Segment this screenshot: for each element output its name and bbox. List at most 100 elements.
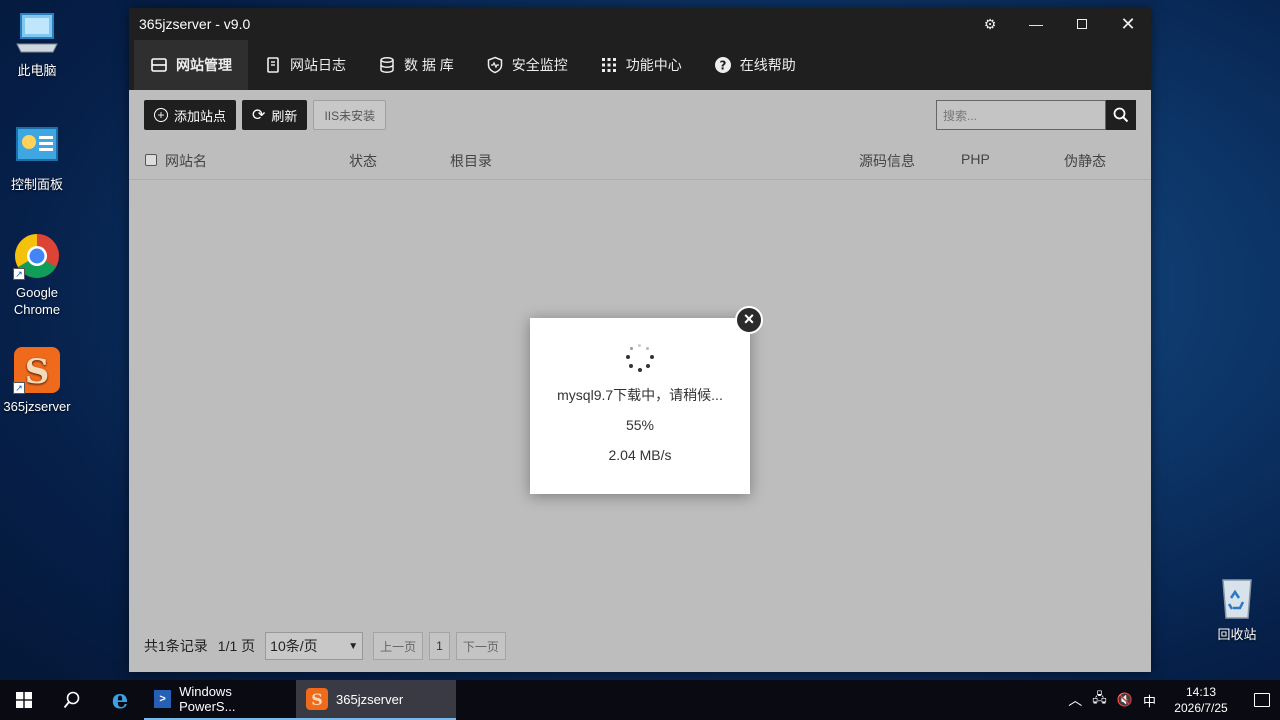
shortcut-arrow-icon: ↗ bbox=[13, 268, 25, 280]
search-box: 搜索... bbox=[936, 100, 1136, 130]
tab-label: 功能中心 bbox=[625, 57, 682, 73]
add-site-button[interactable]: + 添加站点 bbox=[144, 100, 237, 130]
plus-circle-icon: + bbox=[154, 108, 168, 122]
desktop-icon-label: Google Chrome bbox=[13, 285, 61, 317]
notifications-icon[interactable] bbox=[1254, 693, 1270, 707]
taskbar-app-powershell[interactable]: > Windows PowerS... bbox=[144, 680, 296, 720]
tab-label: 网站管理 bbox=[176, 57, 232, 73]
prev-page-button[interactable]: 上一页 bbox=[373, 632, 424, 660]
ie-taskbar-button[interactable]: e bbox=[96, 680, 144, 720]
pagination: 共1条记录 1/1 页 10条/页 ▼ 上一页 1 下一页 bbox=[144, 632, 506, 660]
desktop-icon-chrome[interactable]: ↗ Google Chrome bbox=[0, 232, 74, 318]
search-icon bbox=[1113, 107, 1129, 123]
refresh-button[interactable]: ⟳ 刷新 bbox=[242, 100, 308, 130]
tab-label: 数 据 库 bbox=[404, 57, 454, 73]
download-speed: 2.04 MB/s bbox=[608, 447, 672, 463]
start-button[interactable] bbox=[0, 680, 48, 720]
tab-label: 在线帮助 bbox=[739, 57, 796, 73]
download-progress-text: 55% bbox=[625, 417, 655, 433]
powershell-icon: > bbox=[154, 690, 172, 708]
refresh-label: 刷新 bbox=[271, 108, 298, 124]
search-button[interactable] bbox=[48, 680, 96, 720]
gear-icon: ⚙ bbox=[983, 15, 997, 32]
close-button[interactable]: ✕ bbox=[1105, 8, 1151, 40]
desktop-icon-control-panel[interactable]: 控制面板 bbox=[0, 124, 74, 193]
column-header-name[interactable]: 网站名 bbox=[165, 151, 207, 171]
refresh-icon: ⟳ bbox=[252, 107, 266, 124]
add-site-label: 添加站点 bbox=[174, 108, 227, 124]
search-icon bbox=[63, 691, 80, 709]
clock[interactable]: 14:13 2026/7/25 bbox=[1166, 684, 1236, 716]
windows-logo-icon bbox=[16, 692, 32, 708]
internet-explorer-icon: e bbox=[111, 685, 129, 715]
tab-database[interactable]: 数 据 库 bbox=[362, 40, 470, 90]
taskbar-app-label: Windows PowerS... bbox=[179, 684, 236, 714]
clock-time: 14:13 bbox=[1185, 685, 1217, 699]
tab-label: 安全监控 bbox=[511, 57, 568, 73]
tab-site-logs[interactable]: 网站日志 bbox=[248, 40, 362, 90]
computer-icon bbox=[13, 10, 61, 58]
ime-indicator[interactable]: 中 bbox=[1143, 691, 1156, 710]
desktop-icon-this-pc[interactable]: 此电脑 bbox=[0, 10, 74, 79]
download-progress-dialog: mysql9.7下载中，请稍候... 55% 2.04 MB/s bbox=[530, 318, 750, 494]
tab-security-monitor[interactable]: 安全监控 bbox=[470, 40, 584, 90]
next-page-button[interactable]: 下一页 bbox=[455, 632, 506, 660]
recycle-bin-icon bbox=[1213, 574, 1261, 622]
column-header-source[interactable]: 源码信息 bbox=[859, 151, 915, 171]
column-header-php[interactable]: PHP bbox=[961, 151, 990, 167]
clock-date: 2026/7/25 bbox=[1174, 701, 1228, 715]
taskbar: e > Windows PowerS... S 365jzserver ︿ 🖧 … bbox=[0, 680, 1280, 720]
chevron-down-icon: ▼ bbox=[348, 640, 359, 652]
taskbar-app-365jzserver[interactable]: S 365jzserver bbox=[296, 680, 456, 720]
loading-spinner-icon bbox=[626, 344, 654, 372]
table-header: 网站名 状态 根目录 源码信息 PHP 伪静态 bbox=[129, 140, 1151, 180]
minimize-icon: — bbox=[1029, 16, 1043, 32]
download-message: mysql9.7下载中，请稍候... bbox=[557, 387, 723, 403]
close-icon: ✕ bbox=[1120, 13, 1136, 34]
search-input[interactable]: 搜索... bbox=[936, 100, 1106, 130]
iis-status-button[interactable]: IIS未安装 bbox=[313, 100, 387, 130]
maximize-button[interactable] bbox=[1059, 8, 1105, 40]
shortcut-arrow-icon: ↗ bbox=[13, 382, 25, 394]
system-tray: ︿ 🖧 🔇 中 14:13 2026/7/25 bbox=[1068, 684, 1280, 716]
chrome-icon: ↗ bbox=[13, 232, 61, 280]
svg-text:?: ? bbox=[719, 59, 726, 73]
desktop-icon-label: 365jzserver bbox=[3, 399, 71, 414]
help-icon: ? bbox=[714, 57, 731, 73]
365jzserver-app-icon: S ↗ bbox=[13, 346, 61, 394]
desktop-icon-label: 此电脑 bbox=[17, 63, 57, 78]
svg-text:S: S bbox=[25, 352, 50, 392]
tab-online-help[interactable]: ? 在线帮助 bbox=[698, 40, 812, 90]
window-title: 365jzserver - v9.0 bbox=[139, 16, 251, 32]
tab-site-management[interactable]: 网站管理 bbox=[134, 40, 248, 90]
volume-muted-icon[interactable]: 🔇 bbox=[1117, 692, 1133, 708]
tab-function-center[interactable]: 功能中心 bbox=[584, 40, 698, 90]
page-number-button[interactable]: 1 bbox=[429, 632, 450, 660]
search-button[interactable] bbox=[1106, 100, 1136, 130]
maximize-icon bbox=[1077, 19, 1087, 29]
layout-icon bbox=[151, 58, 167, 72]
dialog-close-button[interactable]: × bbox=[735, 306, 763, 334]
desktop-icon-label: 控制面板 bbox=[10, 177, 63, 192]
per-page-select[interactable]: 10条/页 ▼ bbox=[265, 632, 364, 660]
desktop-icon-365jzserver[interactable]: S ↗ 365jzserver bbox=[0, 346, 74, 415]
column-header-root[interactable]: 根目录 bbox=[450, 151, 492, 171]
column-header-rewrite[interactable]: 伪静态 bbox=[1064, 151, 1106, 171]
desktop-icon-label: 回收站 bbox=[1217, 627, 1257, 642]
365jzserver-app-icon: S bbox=[306, 688, 328, 710]
taskbar-app-label: 365jzserver bbox=[336, 691, 404, 707]
per-page-value: 10条/页 bbox=[270, 638, 318, 654]
search-placeholder: 搜索... bbox=[943, 108, 978, 123]
chevron-up-icon[interactable]: ︿ bbox=[1068, 690, 1082, 710]
desktop-icon-recycle-bin[interactable]: 回收站 bbox=[1200, 574, 1274, 643]
settings-button[interactable]: ⚙ bbox=[967, 8, 1013, 40]
select-all-checkbox[interactable] bbox=[145, 154, 157, 166]
shield-icon bbox=[487, 56, 503, 74]
grid-icon bbox=[601, 58, 616, 72]
control-panel-icon bbox=[13, 124, 61, 172]
tab-label: 网站日志 bbox=[290, 57, 346, 73]
minimize-button[interactable]: — bbox=[1013, 8, 1059, 40]
network-icon[interactable]: 🖧 bbox=[1092, 689, 1107, 711]
total-records: 共1条记录 bbox=[144, 638, 208, 654]
column-header-status[interactable]: 状态 bbox=[349, 151, 377, 171]
